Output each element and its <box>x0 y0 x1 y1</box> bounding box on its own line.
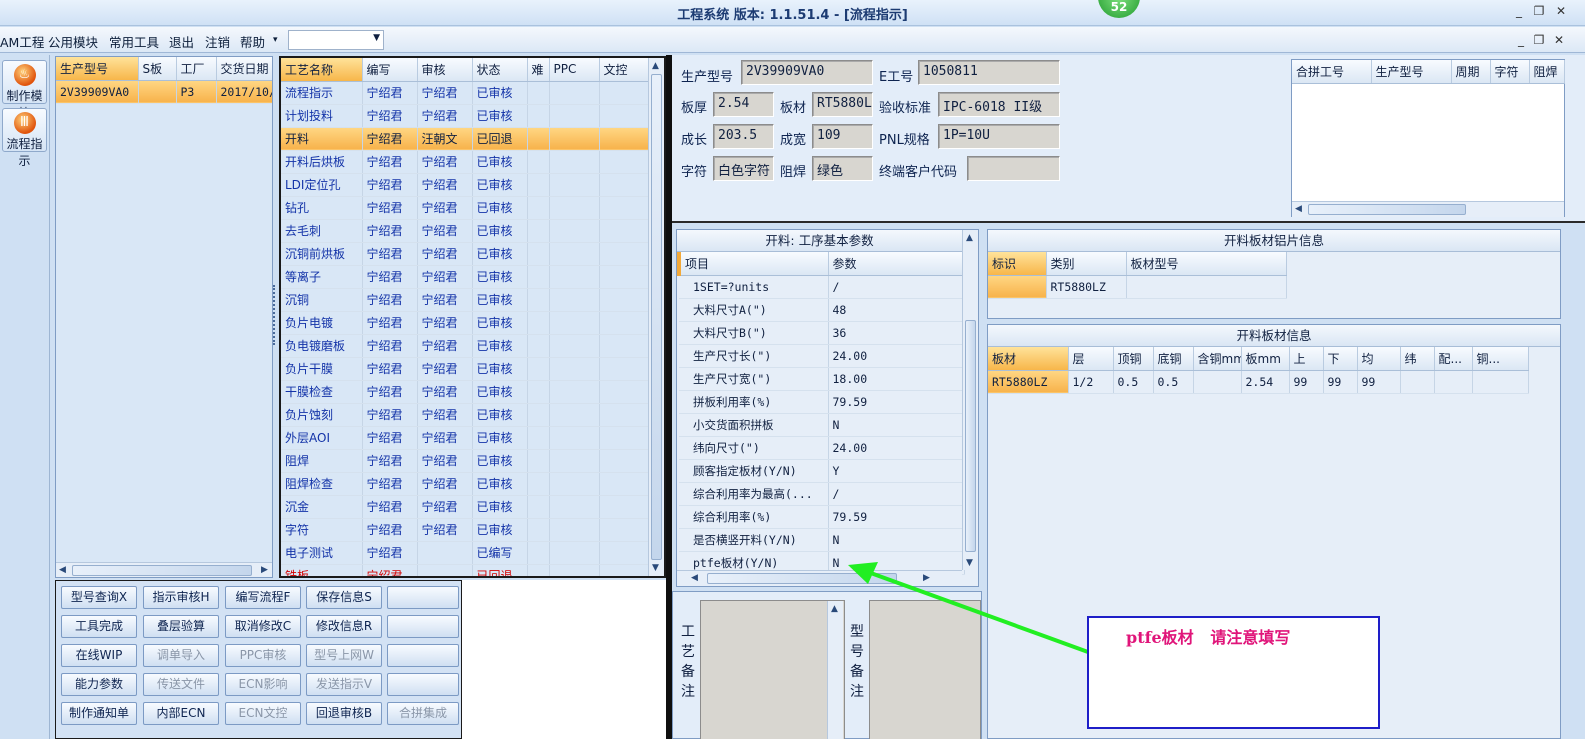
annotation-box: ptfe板材 请注意填写 <box>1087 616 1380 729</box>
annotation-arrow-line <box>867 570 1089 654</box>
annotation-text: ptfe板材 请注意填写 <box>1126 628 1291 647</box>
